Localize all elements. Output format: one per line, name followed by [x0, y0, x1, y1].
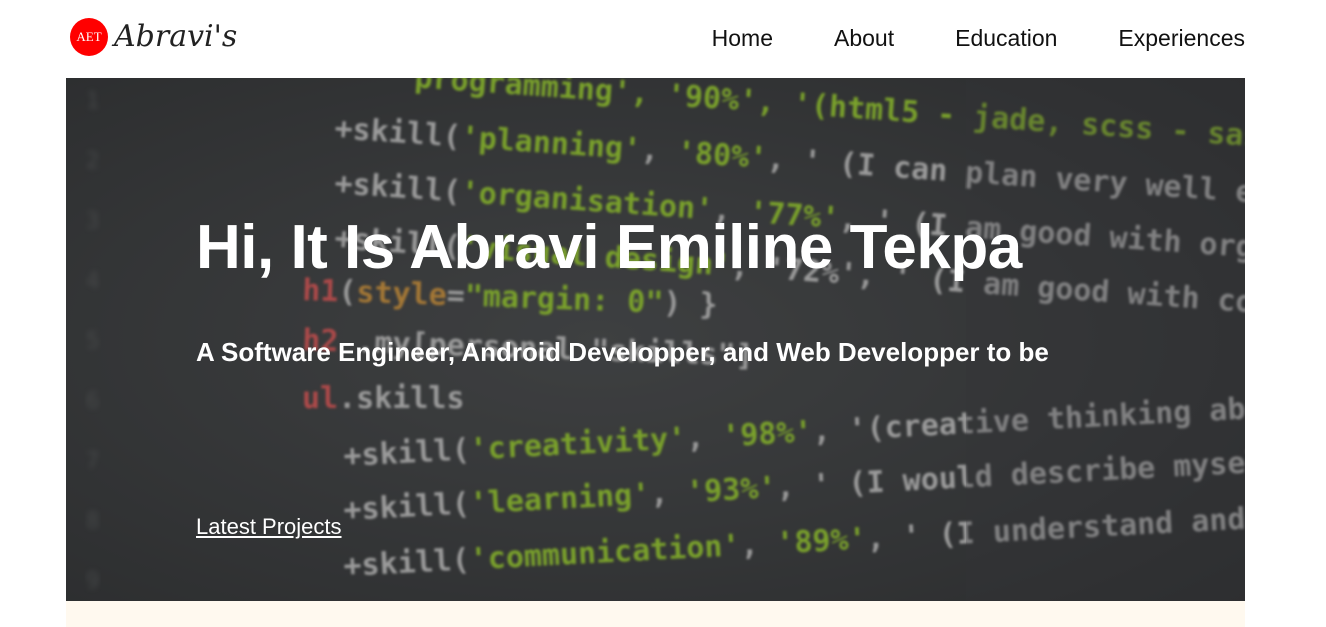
logo-badge-icon: AET: [70, 18, 108, 56]
nav-education[interactable]: Education: [955, 22, 1057, 54]
hero-section: 1 2 3 4 5 6 7 8 9 'programming', '90%', …: [66, 78, 1245, 601]
hero-title: Hi, It Is Abravi Emiline Tekpa: [196, 213, 1022, 282]
nav-about[interactable]: About: [834, 22, 894, 54]
latest-projects-link[interactable]: Latest Projects: [196, 512, 342, 542]
main-nav: Home About Education Experiences: [651, 22, 1245, 54]
nav-experiences[interactable]: Experiences: [1118, 22, 1245, 54]
nav-home[interactable]: Home: [712, 22, 773, 54]
site-header: AET Abravi's Home About Education Experi…: [0, 0, 1326, 78]
next-section-band: [66, 601, 1245, 627]
hero-subtitle: A Software Engineer, Android Developper,…: [196, 337, 1049, 367]
logo[interactable]: AET Abravi's: [70, 18, 237, 56]
logo-text: Abravi's: [114, 19, 238, 54]
